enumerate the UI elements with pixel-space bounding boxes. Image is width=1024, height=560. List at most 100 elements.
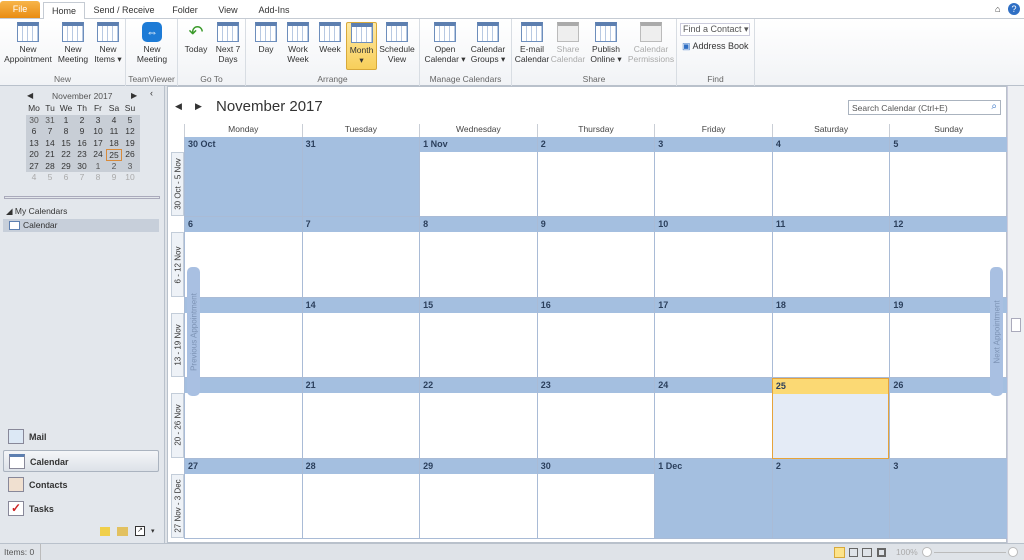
nav-mail[interactable]: Mail [3,426,159,448]
folder-icon[interactable] [117,527,128,536]
prev-month-button[interactable]: ◀ [175,101,182,112]
day-cell[interactable]: 18 [771,297,890,379]
find-contact-input[interactable]: Find a Contact ▾ [680,23,750,36]
mini-day[interactable]: 6 [58,172,74,184]
previous-appointment-button[interactable]: Previous Appointment [187,267,200,396]
week-view-button[interactable]: Week [314,22,346,54]
day-cell[interactable]: 20 [184,378,302,459]
mini-day[interactable]: 2 [106,161,122,173]
day-cell[interactable]: 13 [184,297,302,379]
day-cell[interactable]: 24 [654,378,772,459]
mini-day[interactable]: 9 [74,126,90,138]
day-cell[interactable]: 1 Nov [419,137,537,218]
new-meeting-button[interactable]: New Meeting [56,22,90,64]
day-cell[interactable]: 2 [536,137,655,218]
open-calendar-button[interactable]: Open Calendar ▾ [422,22,468,64]
mini-day[interactable]: 1 [58,115,74,127]
mini-day[interactable]: 27 [26,161,42,173]
week-label[interactable]: 20 - 26 Nov [171,393,184,458]
day-cell[interactable]: 7 [301,217,420,298]
day-cell[interactable]: 6 [184,217,302,298]
tab-folder[interactable]: Folder [165,2,205,19]
day-cell[interactable]: 30 Oct [184,137,302,218]
next-month-button[interactable]: ▶ [195,101,202,112]
mini-day[interactable]: 18 [106,138,122,150]
day-view-button[interactable]: Day [250,22,282,54]
mini-day[interactable]: 10 [122,172,138,184]
mini-day[interactable]: 7 [74,172,90,184]
mini-day[interactable]: 6 [26,126,42,138]
zoom-slider[interactable] [934,552,1006,553]
day-cell[interactable]: 23 [536,378,655,459]
calendar-only-view-icon[interactable] [849,548,858,557]
todo-bar-view-icon[interactable] [862,548,872,557]
mini-prev-month[interactable]: ◀ [27,91,33,100]
day-cell[interactable]: 2 [771,458,890,539]
mini-day[interactable]: 12 [122,126,138,138]
day-cell[interactable]: 1 Dec [654,458,772,539]
search-icon[interactable]: ⌕ [991,101,997,112]
publish-online-button[interactable]: Publish Online ▾ [586,22,626,64]
mini-day[interactable]: 5 [42,172,58,184]
mini-day[interactable]: 31 [42,115,58,127]
mini-day[interactable]: 19 [122,138,138,150]
mini-day[interactable]: 4 [26,172,42,184]
mini-day[interactable]: 4 [106,115,122,127]
mini-day[interactable]: 5 [122,115,138,127]
mini-day[interactable]: 3 [90,115,106,127]
nav-contacts[interactable]: Contacts [3,474,159,496]
notes-icon[interactable] [100,527,110,536]
scrollbar-thumb[interactable] [1011,318,1021,332]
mini-day[interactable]: 1 [90,161,106,173]
minimize-ribbon-icon[interactable]: ⌂ [995,4,1000,14]
mini-day[interactable]: 24 [90,149,106,161]
address-book-button[interactable]: ▣ Address Book [682,41,749,52]
month-view-button[interactable]: Month ▾ [346,22,377,70]
nav-tasks[interactable]: ✓ Tasks [3,498,159,520]
day-cell[interactable]: 22 [419,378,537,459]
tab-add-ins[interactable]: Add-Ins [252,2,296,19]
mini-day[interactable]: 17 [90,138,106,150]
scrollbar[interactable] [1007,86,1024,543]
day-cell[interactable]: 10 [654,217,772,298]
mini-day[interactable]: 26 [122,149,138,161]
day-cell[interactable]: 28 [301,458,420,539]
mini-day[interactable]: 21 [42,149,58,161]
work-week-view-button[interactable]: Work Week [282,22,314,64]
new-items-button[interactable]: New Items ▾ [92,22,124,64]
mini-day[interactable]: 28 [42,161,58,173]
day-cell[interactable]: 16 [536,297,655,379]
help-icon[interactable]: ? [1008,3,1020,15]
day-cell[interactable]: 8 [419,217,537,298]
mini-day[interactable]: 7 [42,126,58,138]
day-cell[interactable]: 21 [301,378,420,459]
tab-home[interactable]: Home [43,2,85,20]
mini-day[interactable]: 23 [74,149,90,161]
day-cell[interactable]: 25 [771,378,890,459]
week-label[interactable]: 30 Oct - 5 Nov [171,152,184,217]
mini-day[interactable]: 13 [26,138,42,150]
configure-buttons-icon[interactable]: ▾ [151,527,155,535]
calendar-groups-button[interactable]: Calendar Groups ▾ [468,22,508,64]
teamviewer-new-meeting-button[interactable]: ⇔ New Meeting [130,22,174,64]
normal-view-icon[interactable] [834,547,845,558]
day-cell[interactable]: 27 [184,458,302,539]
mini-day[interactable]: 3 [122,161,138,173]
mini-day[interactable]: 22 [58,149,74,161]
day-cell[interactable]: 5 [889,137,1007,218]
week-label[interactable]: 27 Nov - 3 Dec [171,473,184,538]
day-cell[interactable]: 30 [536,458,655,539]
mini-day[interactable]: 8 [58,126,74,138]
collapse-pane-icon[interactable]: ‹ [150,88,153,98]
mini-day[interactable]: 9 [106,172,122,184]
day-cell[interactable]: 3 [654,137,772,218]
zoom-out-button[interactable] [922,547,932,557]
mini-day[interactable]: 30 [26,115,42,127]
reading-view-icon[interactable] [877,548,886,557]
my-calendars-header[interactable]: ◢ My Calendars [6,206,67,217]
day-cell[interactable]: 17 [654,297,772,379]
folder-calendar[interactable]: Calendar [3,219,159,232]
day-cell[interactable]: 31 [301,137,420,218]
zoom-in-button[interactable] [1008,547,1018,557]
email-calendar-button[interactable]: E-mail Calendar [514,22,550,64]
